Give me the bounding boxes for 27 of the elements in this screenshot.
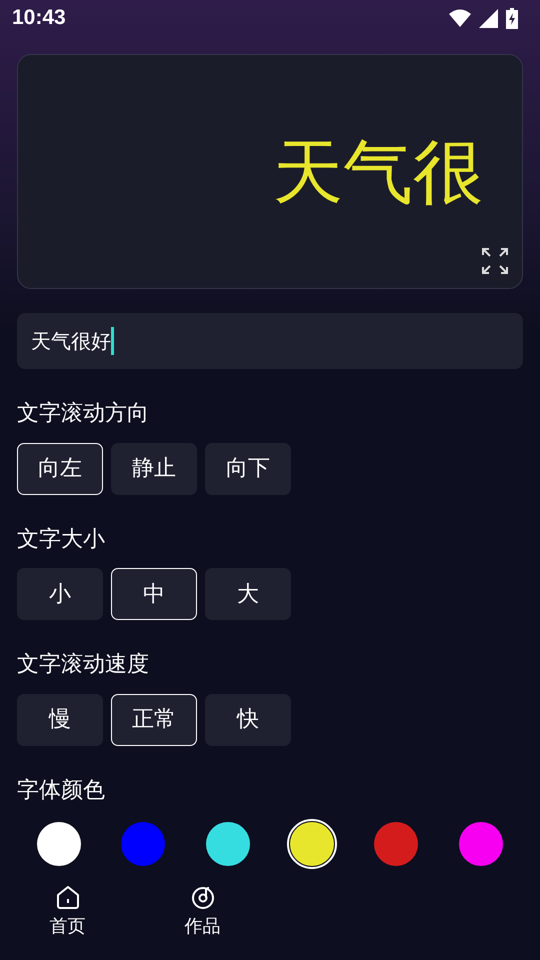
option-button[interactable]: 向左 <box>17 442 103 495</box>
option-button[interactable]: 向下 <box>205 442 291 495</box>
text-input-field[interactable]: 天气很好 <box>17 313 523 369</box>
section-title: 字体颜色 <box>17 776 106 805</box>
battery-icon <box>506 8 518 28</box>
nav-label: 作品 <box>184 916 220 938</box>
nav-tab[interactable]: 作品 <box>135 884 270 938</box>
preview-text: 天气很 <box>272 136 483 206</box>
home-icon <box>54 884 80 910</box>
color-swatch[interactable] <box>290 822 334 866</box>
nav-label: 首页 <box>50 916 86 938</box>
section-title: 文字滚动方向 <box>17 400 150 428</box>
option-button[interactable]: 快 <box>205 694 291 746</box>
nav-tab[interactable]: 首页 <box>0 884 135 938</box>
option-button[interactable]: 大 <box>205 568 291 620</box>
option-button[interactable]: 小 <box>17 568 103 620</box>
section-title: 文字大小 <box>17 526 106 554</box>
section-title: 文字滚动速度 <box>17 651 150 680</box>
option-button[interactable]: 正常 <box>111 694 197 746</box>
status-time: 10:43 <box>12 5 66 32</box>
option-button[interactable]: 静止 <box>111 442 197 495</box>
option-button[interactable]: 中 <box>111 568 197 620</box>
option-button[interactable]: 慢 <box>17 694 103 746</box>
wifi-icon <box>449 9 471 27</box>
signal-icon <box>479 8 498 28</box>
music-disc-icon <box>190 884 216 910</box>
fullscreen-icon[interactable] <box>482 248 508 274</box>
